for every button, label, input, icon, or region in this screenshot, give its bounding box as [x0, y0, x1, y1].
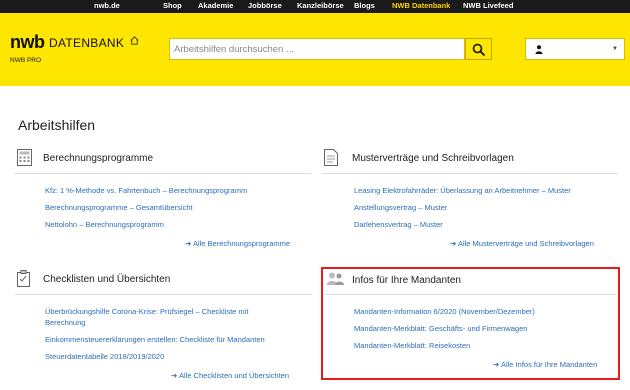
card-title-checklisten: Checklisten und Übersichten — [43, 274, 171, 285]
search-icon — [472, 43, 486, 57]
link-nettolohn[interactable]: Nettolohn – Berechnungsprogramm — [45, 220, 164, 229]
link-anstellungsvertrag[interactable]: Anstellungsvertrag – Muster — [354, 203, 447, 212]
link-leasing-elektrofahrraeder[interactable]: Leasing Elektrofahrräder: Überlassung an… — [354, 186, 571, 195]
calculator-icon — [17, 149, 32, 166]
card-divider — [325, 294, 616, 295]
topnav-link-nwb-datenbank[interactable]: NWB Datenbank — [392, 1, 450, 10]
topnav-link-shop[interactable]: Shop — [163, 1, 182, 10]
main-content: Arbeitshilfen Berechnungsprogramme Kfz: … — [0, 86, 630, 390]
more-link-mustervertraege[interactable]: ➔ Alle Musterverträge und Schreibvorlage… — [450, 239, 594, 248]
search-box — [169, 38, 465, 60]
top-navigation: nwb.de Shop Akademie Jobbörse Kanzleibör… — [0, 0, 630, 13]
card-divider — [15, 173, 311, 174]
arrow-right-icon: ➔ — [171, 371, 179, 380]
more-link-berechnungsprogramme[interactable]: ➔ Alle Berechnungsprogramme — [185, 239, 290, 248]
link-ueberbrueckungshilfe-cont[interactable]: Berechnung — [45, 318, 85, 327]
link-kfz-methode[interactable]: Kfz: 1 %-Methode vs. Fahrtenbuch – Berec… — [45, 186, 247, 195]
more-link-checklisten[interactable]: ➔ Alle Checklisten und Übersichten — [171, 371, 289, 380]
chevron-down-icon: ▼ — [612, 46, 618, 52]
arrow-right-icon: ➔ — [185, 239, 193, 248]
product-label: NWB PRO — [10, 57, 42, 64]
link-steuerdatentabelle[interactable]: Steuerdatentabelle 2018/2019/2020 — [45, 352, 164, 361]
home-icon[interactable] — [129, 35, 140, 46]
link-einkommensteuererklaerungen[interactable]: Einkommensteuererklärungen erstellen: Ch… — [45, 335, 265, 344]
topnav-link-nwb-livefeed[interactable]: NWB Livefeed — [463, 1, 513, 10]
logo-nwb[interactable]: nwb — [10, 32, 45, 53]
link-merkblatt-reisekosten[interactable]: Mandanten-Merkblatt: Reisekosten — [354, 341, 470, 350]
more-link-mandanten[interactable]: ➔ Alle Infos für Ihre Mandanten — [493, 360, 597, 369]
arrow-right-icon: ➔ — [450, 239, 458, 248]
search-button[interactable] — [465, 38, 492, 60]
search-input[interactable] — [174, 41, 454, 57]
link-berechnungsprogramme-gesamt[interactable]: Berechnungsprogramme – Gesamtübersicht — [45, 203, 193, 212]
topnav-link-blogs[interactable]: Blogs — [354, 1, 375, 10]
card-title-infos-mandanten: Infos für Ihre Mandanten — [352, 275, 461, 286]
people-icon — [327, 272, 344, 285]
card-title-mustervertraege: Musterverträge und Schreibvorlagen — [352, 153, 514, 164]
topnav-link-kanzleiboerse[interactable]: Kanzleibörse — [297, 1, 344, 10]
logo-datenbank[interactable]: DATENBANK — [49, 36, 124, 50]
card-title-berechnungsprogramme: Berechnungsprogramme — [43, 153, 154, 164]
card-divider — [322, 173, 618, 174]
link-mandanten-information[interactable]: Mandanten-Information 6/2020 (November/D… — [354, 307, 535, 316]
topnav-link-jobboerse[interactable]: Jobbörse — [248, 1, 282, 10]
topnav-link-nwb-de[interactable]: nwb.de — [94, 1, 120, 10]
card-divider — [15, 294, 311, 295]
arrow-right-icon: ➔ — [493, 360, 501, 369]
page-title: Arbeitshilfen — [18, 117, 96, 133]
header: nwb DATENBANK NWB PRO ▼ — [0, 13, 630, 86]
user-icon — [535, 45, 543, 54]
topnav-link-akademie[interactable]: Akademie — [198, 1, 233, 10]
link-ueberbrueckungshilfe[interactable]: Überbrückungshilfe Corona-Krise: Prüfsie… — [45, 307, 248, 316]
document-icon — [324, 149, 338, 166]
link-merkblatt-firmenwagen[interactable]: Mandanten-Merkblatt: Geschäfts- und Firm… — [354, 324, 527, 333]
checklist-icon — [17, 270, 30, 287]
link-darlehensvertrag[interactable]: Darlehensvertrag – Muster — [354, 220, 443, 229]
user-menu-button[interactable]: ▼ — [525, 38, 625, 60]
